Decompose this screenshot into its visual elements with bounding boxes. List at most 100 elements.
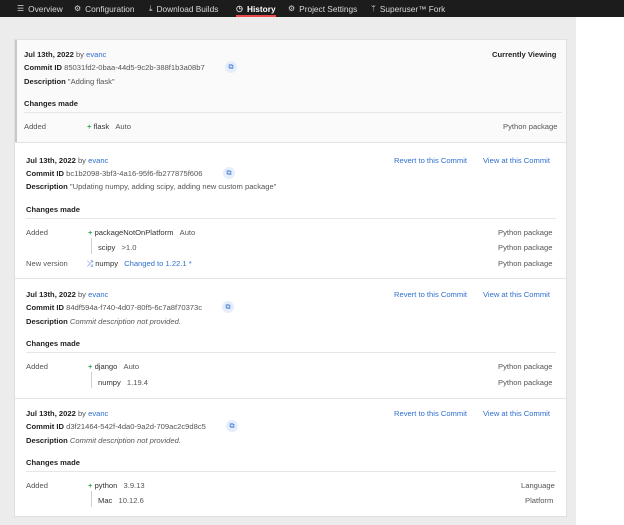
package-version: 1.19.4 [126, 378, 149, 387]
package-kind: Python package [498, 243, 553, 252]
commit-id-value: 85031fd2-0baa-44d5-9c2b-388f1b3a08b7 [64, 63, 205, 72]
copy-icon: ⧉ [229, 422, 235, 430]
view-commit-link[interactable]: View at this Commit [483, 290, 550, 299]
copy-commit-id-button[interactable]: ⧉ [222, 301, 234, 313]
by-label: by [77, 156, 86, 165]
commit-card-current: Jul 13th, 2022 by evanc Currently Viewin… [15, 40, 566, 142]
commit-card: Jul 13th, 2022 by evanc Revert to this C… [15, 144, 566, 278]
package-version: 10.12.6 [118, 496, 144, 505]
view-commit-link[interactable]: View at this Commit [483, 156, 550, 165]
commit-date: Jul 13th, 2022 [26, 409, 76, 418]
tab-download-builds[interactable]: ⤓ Download Builds [149, 0, 218, 17]
package-name: Mac [98, 496, 113, 505]
plus-icon: + [88, 228, 93, 237]
tab-label: Superuser™ Fork [379, 3, 446, 14]
changes-made-heading: Changes made [26, 339, 81, 348]
change-item: scipy >1.0 [98, 243, 136, 252]
by-label: by [75, 50, 84, 59]
package-version: Auto [123, 362, 140, 371]
top-nav-bar: ☰ Overview ⚙ Configuration ⤓ Download Bu… [0, 0, 624, 17]
description-label: Description [26, 317, 68, 326]
commit-header: Jul 13th, 2022 by evanc [26, 409, 108, 418]
copy-icon: ⧉ [228, 63, 234, 71]
commit-id-row: Commit ID 85031fd2-0baa-44d5-9c2b-388f1b… [24, 63, 205, 72]
package-name: flask [93, 122, 110, 131]
plus-icon: + [88, 481, 93, 490]
by-label: by [77, 290, 86, 299]
package-version: Auto [179, 228, 196, 237]
commit-id-row: Commit ID d3f21464-542f-4da0-9a2d-709ac2… [26, 422, 206, 431]
commit-id-row: Commit ID bc1b2098-3bf3-4a16-95f6-fb2778… [26, 169, 202, 178]
plus-icon: + [88, 362, 93, 371]
package-kind: Platform [525, 496, 554, 505]
package-kind: Language [521, 481, 555, 490]
copy-icon: ⧉ [225, 303, 231, 311]
changes-made-heading: Changes made [24, 99, 79, 108]
change-item: + django Auto [88, 362, 139, 371]
author-link[interactable]: evanc [88, 290, 108, 299]
change-type: Added [26, 228, 48, 237]
hamburger-icon: ☰ [17, 4, 25, 13]
gear-icon: ⚙ [74, 4, 82, 13]
group-line [91, 238, 92, 254]
tab-history[interactable]: ◷ History [236, 0, 276, 17]
change-item: + python 3.9.13 [88, 481, 145, 490]
revert-commit-link[interactable]: Revert to this Commit [394, 409, 467, 418]
divider [26, 352, 556, 353]
change-type: New version [26, 259, 68, 268]
copy-commit-id-button[interactable]: ⧉ [226, 420, 238, 432]
copy-icon: ⧉ [226, 169, 232, 177]
package-kind: Python package [503, 122, 558, 131]
change-item: ⤮ numpy Changed to 1.22.1 * [87, 259, 192, 269]
divider [24, 112, 562, 113]
tab-superuser-fork[interactable]: ᛘ Superuser™ Fork [371, 0, 445, 17]
commit-id-label: Commit ID [24, 63, 62, 72]
commit-id-row: Commit ID 84df594a-f740-4d07-80f5-6c7a8f… [26, 303, 202, 312]
revert-commit-link[interactable]: Revert to this Commit [394, 156, 467, 165]
fork-icon: ᛘ [371, 4, 376, 13]
tab-configuration[interactable]: ⚙ Configuration [74, 0, 135, 17]
changes-made-heading: Changes made [26, 458, 81, 467]
author-link[interactable]: evanc [88, 409, 108, 418]
view-commit-link[interactable]: View at this Commit [483, 409, 550, 418]
package-kind: Python package [498, 378, 553, 387]
tab-overview[interactable]: ☰ Overview [17, 0, 63, 17]
description-row: Description Commit description not provi… [26, 317, 181, 326]
copy-commit-id-button[interactable]: ⧉ [223, 167, 235, 179]
commit-card: Jul 13th, 2022 by evanc Revert to this C… [15, 279, 566, 398]
version-change-note: Changed to 1.22.1 [124, 259, 187, 268]
package-version: >1.0 [121, 243, 137, 252]
commit-id-value: d3f21464-542f-4da0-9a2d-709ac2c9d8c5 [66, 422, 206, 431]
package-kind: Python package [498, 228, 553, 237]
tab-label: Overview [28, 3, 63, 14]
plus-icon: + [87, 122, 92, 131]
tab-label: Project Settings [299, 3, 358, 14]
commit-id-value: 84df594a-f740-4d07-80f5-6c7a8f70373c [66, 303, 203, 312]
author-link[interactable]: evanc [86, 50, 106, 59]
package-kind: Python package [498, 362, 553, 371]
commit-header: Jul 13th, 2022 by evanc [24, 50, 106, 59]
commit-date: Jul 13th, 2022 [24, 50, 74, 59]
description-row: Description "Updating numpy, adding scip… [26, 182, 276, 191]
tab-label: Download Builds [156, 3, 219, 14]
copy-commit-id-button[interactable]: ⧉ [225, 61, 237, 73]
package-name: scipy [98, 243, 116, 252]
commit-card: Jul 13th, 2022 by evanc Revert to this C… [15, 399, 566, 517]
description-value: Commit description not provided. [69, 436, 181, 445]
revert-commit-link[interactable]: Revert to this Commit [394, 290, 467, 299]
swap-icon: ⤮ [87, 259, 94, 268]
package-name: numpy [98, 378, 121, 387]
tab-project-settings[interactable]: ⚙ Project Settings [288, 0, 357, 17]
divider [26, 471, 556, 472]
divider [26, 218, 556, 219]
author-link[interactable]: evanc [88, 156, 108, 165]
package-name: python [94, 481, 118, 490]
commit-id-label: Commit ID [26, 303, 64, 312]
changes-made-heading: Changes made [26, 205, 81, 214]
commit-id-value: bc1b2098-3bf3-4a16-95f6-fb277875f606 [66, 169, 203, 178]
package-version: 3.9.13 [123, 481, 145, 490]
group-line [91, 491, 92, 507]
commit-header: Jul 13th, 2022 by evanc [26, 156, 108, 165]
divider [15, 142, 566, 143]
change-item: + flask Auto [87, 122, 131, 131]
